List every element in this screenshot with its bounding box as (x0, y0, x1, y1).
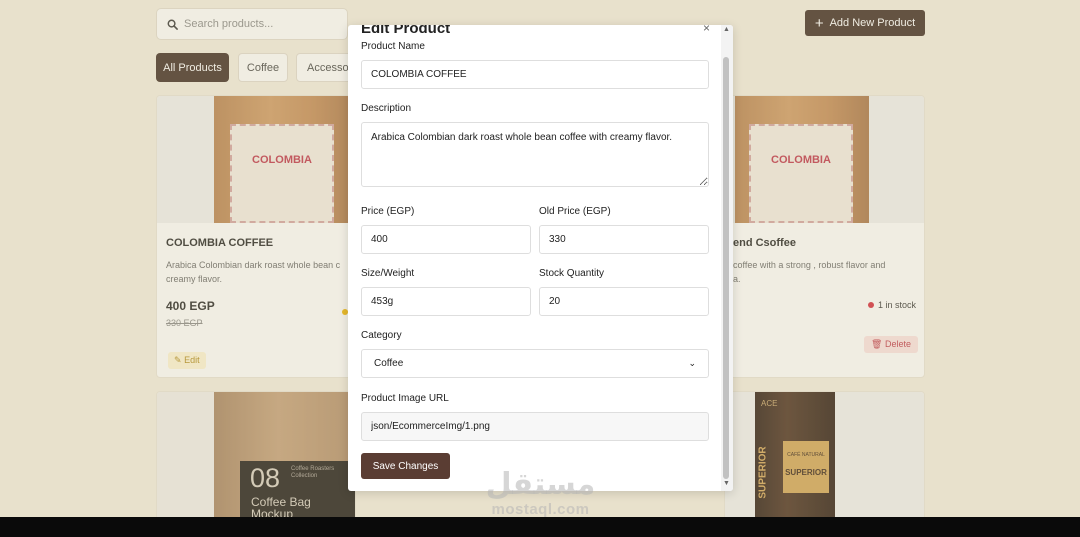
stock-quantity-label: Stock Quantity (539, 268, 605, 279)
chevron-down-icon: ⌄ (688, 358, 696, 368)
size-weight-input[interactable] (361, 287, 531, 316)
edit-product-modal: Edit Product × Product Name Description … (348, 25, 733, 491)
scroll-up-icon[interactable]: ▲ (723, 26, 730, 33)
save-changes-button[interactable]: Save Changes (361, 453, 450, 479)
price-input[interactable] (361, 225, 531, 254)
category-selected-value: Coffee (374, 358, 404, 369)
watermark-arabic: مستقل (485, 467, 596, 502)
modal-title: Edit Product (361, 25, 451, 37)
stock-quantity-input[interactable] (539, 287, 709, 316)
product-name-label: Product Name (361, 41, 425, 52)
image-url-label: Product Image URL (361, 393, 449, 404)
image-url-input[interactable] (361, 412, 709, 441)
watermark-logo: مستقل mostaql.com (468, 467, 613, 518)
old-price-input[interactable] (539, 225, 709, 254)
scroll-down-icon[interactable]: ▼ (723, 480, 730, 487)
watermark-latin: mostaql.com (491, 501, 590, 518)
bottom-black-bar (0, 517, 1080, 537)
price-label: Price (EGP) (361, 206, 415, 217)
description-label: Description (361, 103, 412, 114)
close-icon[interactable]: × (703, 25, 710, 35)
description-textarea[interactable]: Arabica Colombian dark roast whole bean … (361, 122, 709, 187)
category-select[interactable]: Coffee ⌄ (361, 349, 709, 378)
scrollbar-thumb[interactable] (723, 57, 729, 479)
size-weight-label: Size/Weight (361, 268, 415, 279)
products-page: + Add New Product All Products Coffee Ac… (0, 0, 1080, 517)
category-label: Category (361, 330, 402, 341)
old-price-label: Old Price (EGP) (539, 206, 611, 217)
product-name-input[interactable] (361, 60, 709, 89)
